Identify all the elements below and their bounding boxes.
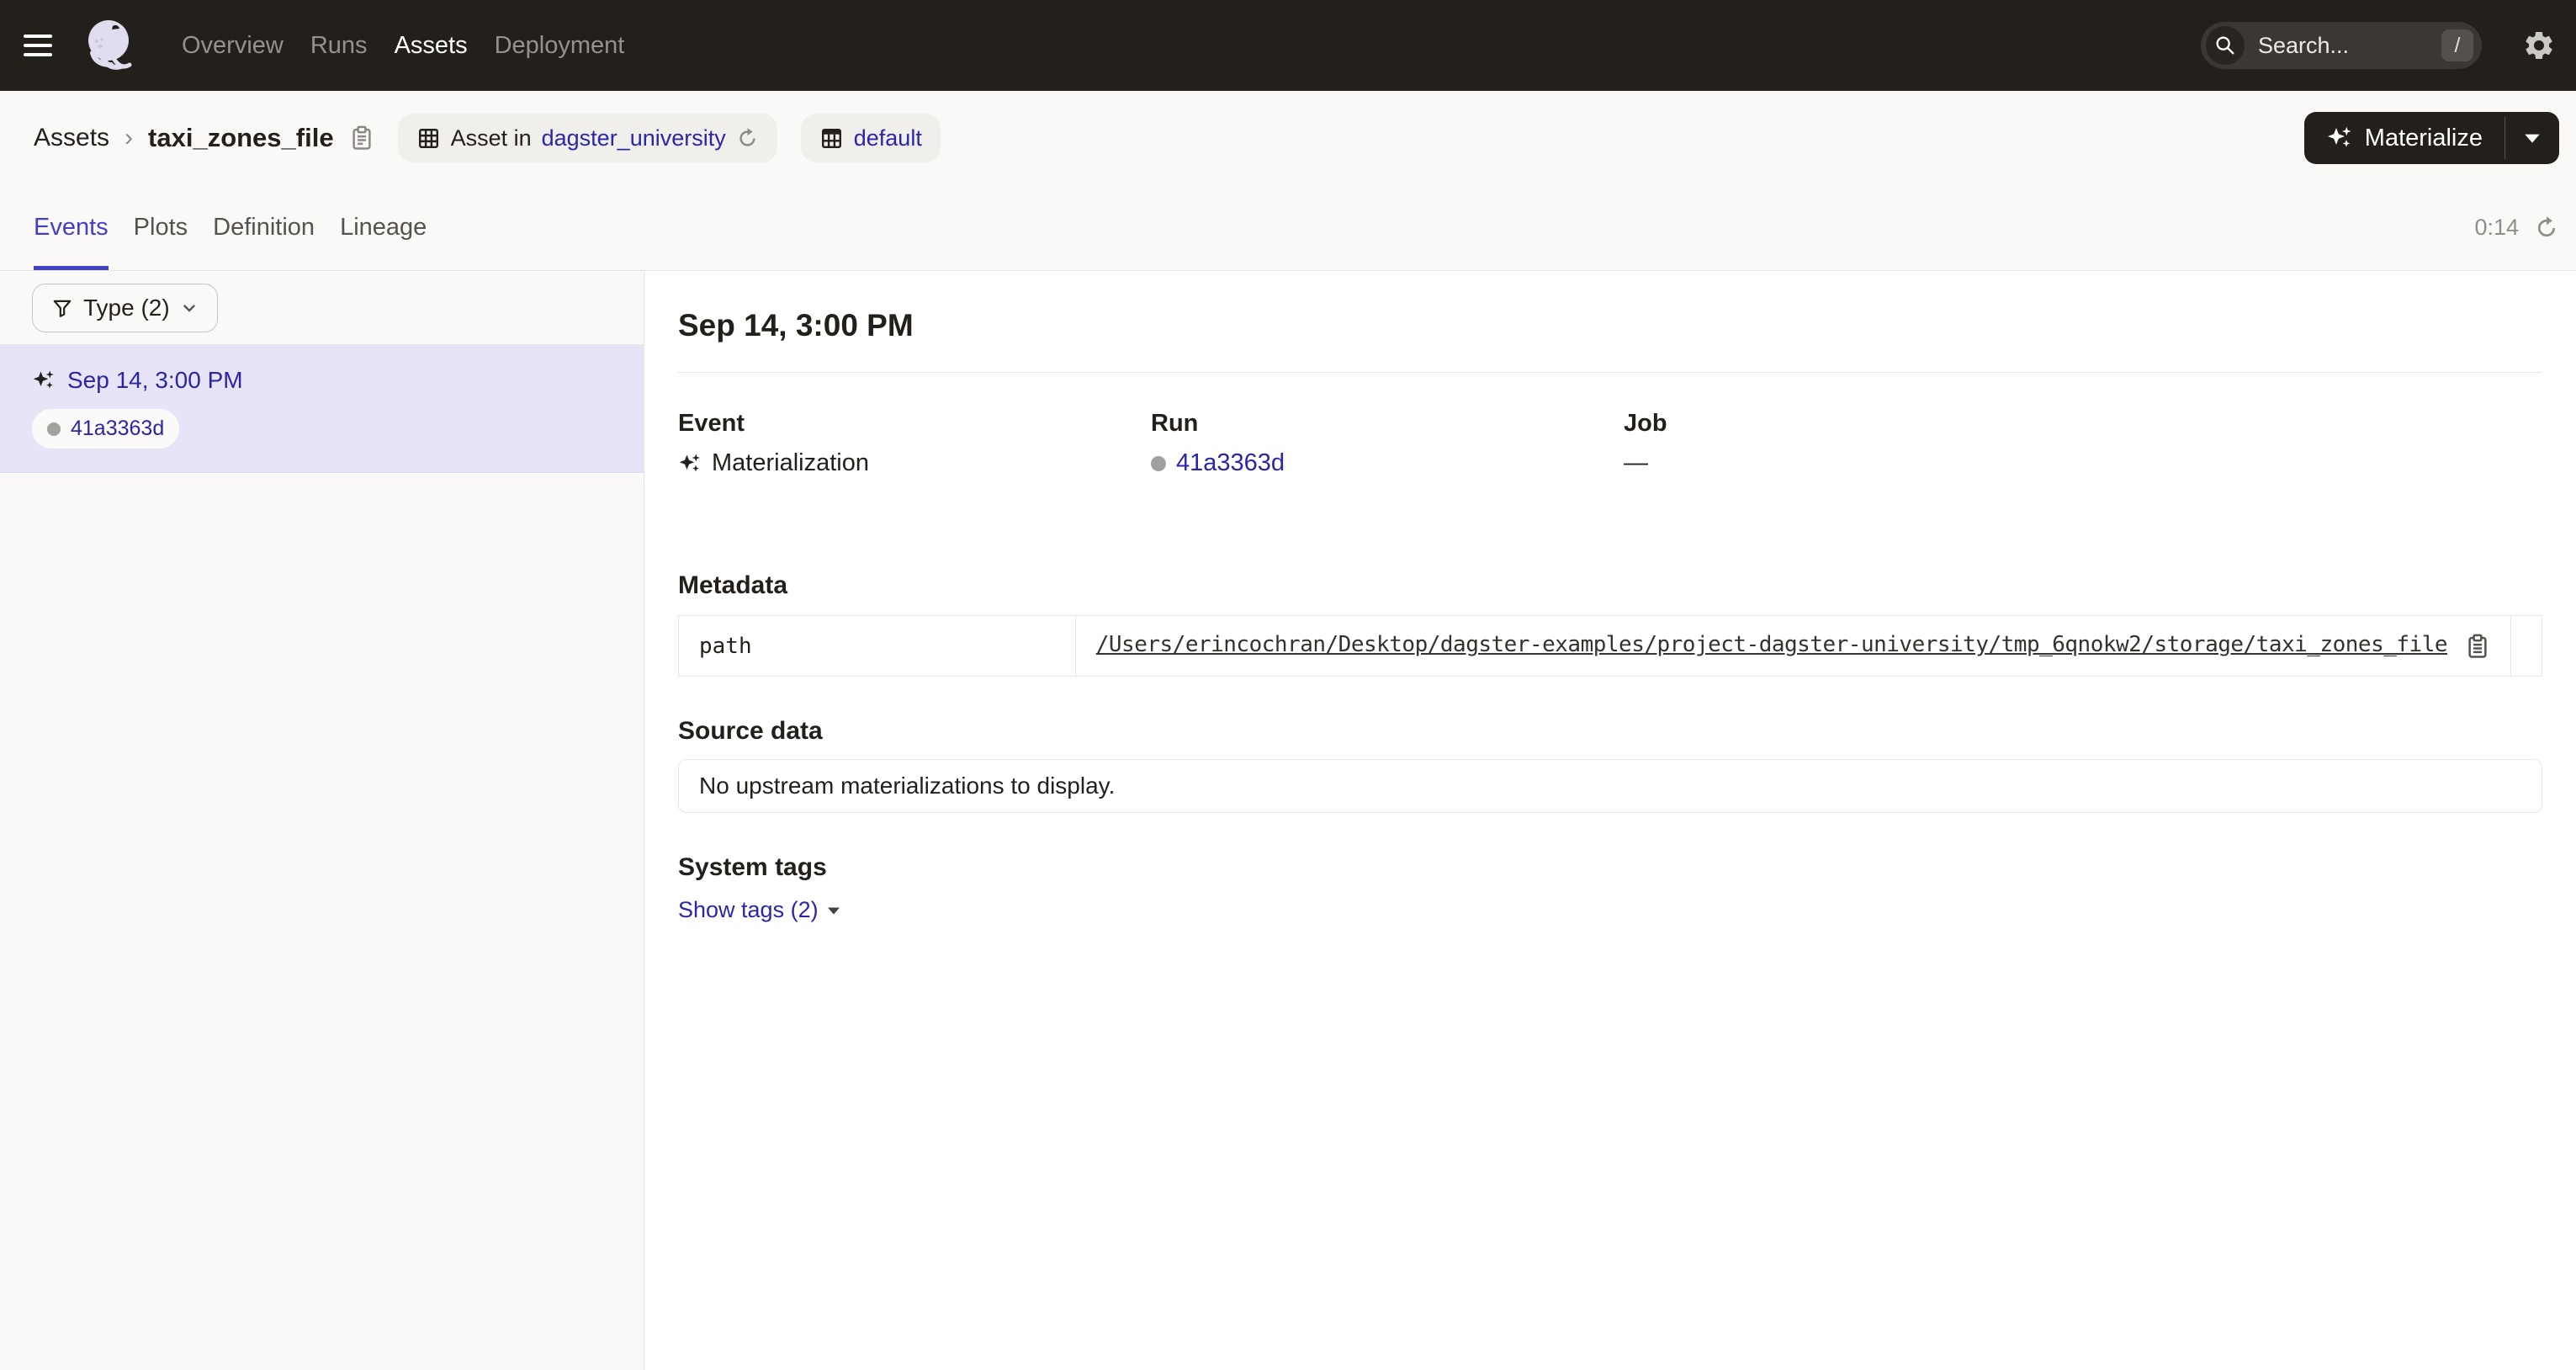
search-box[interactable]: / — [2201, 22, 2482, 69]
settings-gear-icon[interactable] — [2522, 29, 2556, 62]
event-summary-columns: Event Materialization Run 4 — [678, 410, 2542, 477]
refresh-countdown: 0:14 — [2474, 215, 2519, 241]
run-link[interactable]: 41a3363d — [1176, 449, 1285, 477]
tab-lineage[interactable]: Lineage — [340, 185, 427, 270]
reload-location-icon[interactable] — [736, 127, 759, 150]
code-location-link[interactable]: dagster_university — [542, 125, 726, 151]
copy-path-icon[interactable] — [2465, 632, 2490, 661]
sparkle-icon — [2326, 125, 2353, 151]
copy-asset-name-icon[interactable] — [349, 124, 374, 152]
tab-plots[interactable]: Plots — [134, 185, 188, 270]
nav-item-overview[interactable]: Overview — [182, 32, 284, 60]
metadata-action-cell — [2511, 616, 2542, 677]
materialize-button-label: Materialize — [2365, 125, 2483, 152]
definitions-pill: default — [801, 114, 941, 162]
event-list-item[interactable]: Sep 14, 3:00 PM 41a3363d — [0, 345, 644, 473]
materialize-dropdown-button[interactable] — [2505, 112, 2559, 164]
event-detail-panel: Sep 14, 3:00 PM Event Materialization — [644, 271, 2576, 1370]
search-shortcut-key: / — [2441, 29, 2473, 61]
events-sidebar: Type (2) Sep 14, 3:00 PM — [0, 271, 644, 1370]
primary-nav: Overview Runs Assets Deployment — [182, 32, 624, 60]
event-column-label: Event — [678, 410, 1151, 438]
event-timestamp-link[interactable]: Sep 14, 3:00 PM — [67, 367, 243, 394]
nav-item-assets[interactable]: Assets — [395, 32, 468, 60]
table-row: path /Users/erincochran/Desktop/dagster-… — [679, 616, 2542, 677]
caret-down-icon — [2524, 132, 2541, 144]
job-value: — — [1624, 449, 1648, 477]
materialization-sparkle-icon — [32, 369, 56, 392]
top-nav: Overview Runs Assets Deployment / — [0, 0, 2576, 91]
asset-in-label: Asset in — [451, 125, 532, 151]
source-data-heading: Source data — [678, 717, 2542, 746]
repo-icon — [819, 126, 844, 151]
tab-definition[interactable]: Definition — [213, 185, 315, 270]
dagster-logo-icon[interactable] — [82, 10, 138, 81]
event-type-value: Materialization — [712, 449, 869, 477]
code-location-pill: Asset in dagster_university — [398, 114, 777, 162]
system-tags-heading: System tags — [678, 853, 2542, 882]
materialize-button[interactable]: Materialize — [2304, 112, 2504, 164]
chevron-down-icon — [180, 299, 199, 317]
metadata-value-cell: /Users/erincochran/Desktop/dagster-examp… — [1075, 616, 2511, 677]
search-input[interactable] — [2258, 33, 2401, 59]
source-data-section: Source data No upstream materializations… — [678, 717, 2542, 813]
system-tags-section: System tags Show tags (2) — [678, 853, 2542, 923]
run-status-dot-icon — [47, 422, 61, 436]
show-tags-link[interactable]: Show tags (2) — [678, 897, 819, 923]
default-definitions-link[interactable]: default — [854, 125, 922, 151]
nav-item-deployment[interactable]: Deployment — [495, 32, 625, 60]
tab-events[interactable]: Events — [34, 185, 109, 270]
refresh-icon[interactable] — [2534, 215, 2559, 241]
path-link[interactable]: /Users/erincochran/Desktop/dagster-examp… — [1096, 632, 2447, 657]
event-filter-bar: Type (2) — [0, 271, 644, 345]
event-detail-title: Sep 14, 3:00 PM — [678, 308, 2542, 343]
run-badge[interactable]: 41a3363d — [32, 409, 179, 449]
asset-tabs: Events Plots Definition Lineage 0:14 — [0, 185, 2576, 271]
filter-funnel-icon — [51, 297, 73, 319]
type-filter-label: Type (2) — [83, 295, 170, 321]
nav-item-runs[interactable]: Runs — [310, 32, 368, 60]
source-data-empty-message: No upstream materializations to display. — [678, 759, 2542, 813]
caret-down-icon[interactable] — [827, 905, 840, 916]
metadata-key-cell: path — [679, 616, 1076, 677]
metadata-heading: Metadata — [678, 571, 2542, 600]
divider — [678, 372, 2542, 373]
search-icon — [2206, 26, 2245, 65]
run-badge-id: 41a3363d — [71, 417, 164, 441]
breadcrumb-separator: › — [125, 124, 133, 152]
job-column-label: Job — [1624, 410, 2096, 438]
content-area: Type (2) Sep 14, 3:00 PM — [0, 271, 2576, 1370]
breadcrumb-assets-link[interactable]: Assets — [34, 124, 109, 152]
menu-icon[interactable] — [24, 27, 61, 64]
materialize-split-button: Materialize — [2304, 112, 2559, 164]
run-column-label: Run — [1151, 410, 1624, 438]
metadata-table: path /Users/erincochran/Desktop/dagster-… — [678, 615, 2542, 677]
type-filter-button[interactable]: Type (2) — [32, 284, 218, 332]
materialization-sparkle-icon — [678, 452, 702, 475]
breadcrumb-row: Assets › taxi_zones_file Asset in dagste… — [0, 91, 2576, 185]
asset-group-icon — [416, 126, 441, 151]
run-status-dot-icon — [1151, 456, 1166, 471]
metadata-section: Metadata path /Users/erincochran/Desktop… — [678, 571, 2542, 677]
page-title: taxi_zones_file — [148, 123, 334, 153]
